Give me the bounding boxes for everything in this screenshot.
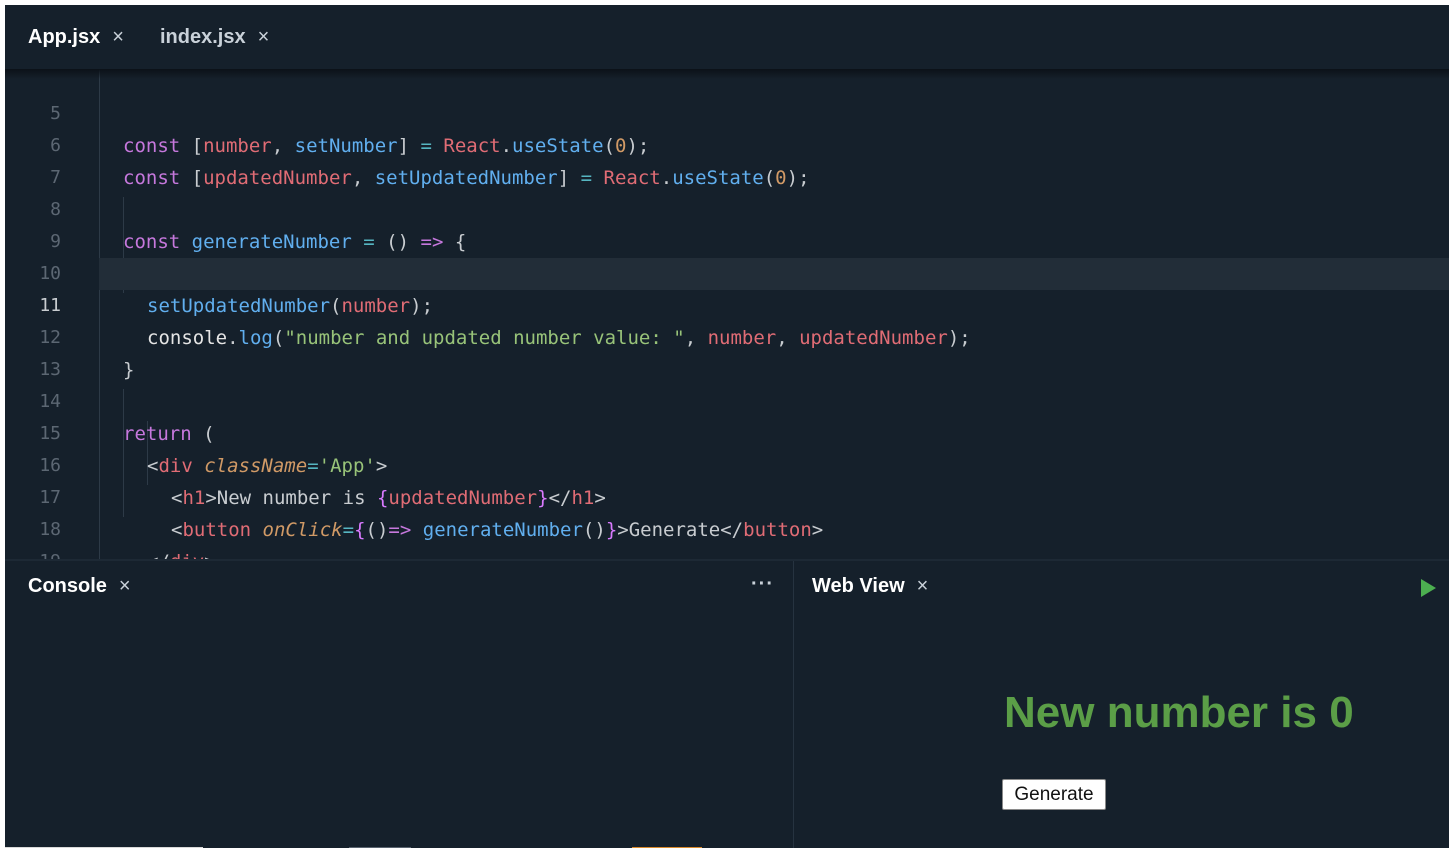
webview-title: Web View xyxy=(812,575,905,597)
status-bar-segment xyxy=(5,847,203,848)
code-line: 20 } xyxy=(5,546,1449,559)
code-line: 18 </div> xyxy=(5,482,1449,559)
close-icon[interactable]: × xyxy=(119,575,131,598)
close-icon[interactable]: × xyxy=(258,26,270,49)
console-title: Console xyxy=(28,575,107,597)
close-icon[interactable]: × xyxy=(112,26,124,49)
webview-tab[interactable]: Web View × xyxy=(812,575,928,598)
tab-index-jsx[interactable]: index.jsx × xyxy=(160,24,269,50)
code-line: 15 <div className='App'> xyxy=(5,386,1449,477)
editor-top-shadow xyxy=(5,69,1449,79)
tab-label: index.jsx xyxy=(160,25,246,48)
run-icon[interactable] xyxy=(1421,579,1436,597)
code-editor[interactable]: 5 const [number, setNumber] = React.useS… xyxy=(5,69,1449,559)
more-options-icon[interactable]: ··· xyxy=(751,573,774,596)
code-line: 9 setNumber(number + 5); xyxy=(5,194,1449,285)
code-line: 13 xyxy=(5,322,1449,380)
tab-app-jsx[interactable]: App.jsx × xyxy=(28,24,124,50)
status-bar-segment xyxy=(349,847,411,848)
tab-label: App.jsx xyxy=(28,25,101,48)
code-line: 8 const generateNumber = () => { xyxy=(5,162,1449,253)
code-line: 16 <h1>New number is {updatedNumber}</h1… xyxy=(5,418,1449,509)
code-line: 14 return ( xyxy=(5,354,1449,445)
code-line: 19 ); xyxy=(5,514,1449,559)
editor-window: App.jsx × index.jsx × 5 const [number, s… xyxy=(5,5,1449,848)
code-line: 17 <button onClick={()=> generateNumber(… xyxy=(5,450,1449,541)
tab-bar: App.jsx × index.jsx × xyxy=(5,5,1449,69)
webview-panel: Web View × New number is 0 Generate xyxy=(794,561,1449,848)
code-line: 10 setUpdatedNumber(number); xyxy=(5,226,1449,317)
console-panel: Console × ··· xyxy=(5,561,793,848)
webview-heading: New number is 0 xyxy=(1004,688,1354,737)
code-line: 7 xyxy=(5,130,1449,188)
console-tab[interactable]: Console × xyxy=(28,575,131,598)
status-bar-segment xyxy=(632,847,702,848)
close-icon[interactable]: × xyxy=(917,575,929,598)
code-line: 6 const [updatedNumber, setUpdatedNumber… xyxy=(5,98,1449,189)
code-line-active: 11 console.log("number and updated numbe… xyxy=(5,258,1449,349)
generate-button[interactable]: Generate xyxy=(1002,779,1106,810)
code-line: 12 } xyxy=(5,290,1449,381)
